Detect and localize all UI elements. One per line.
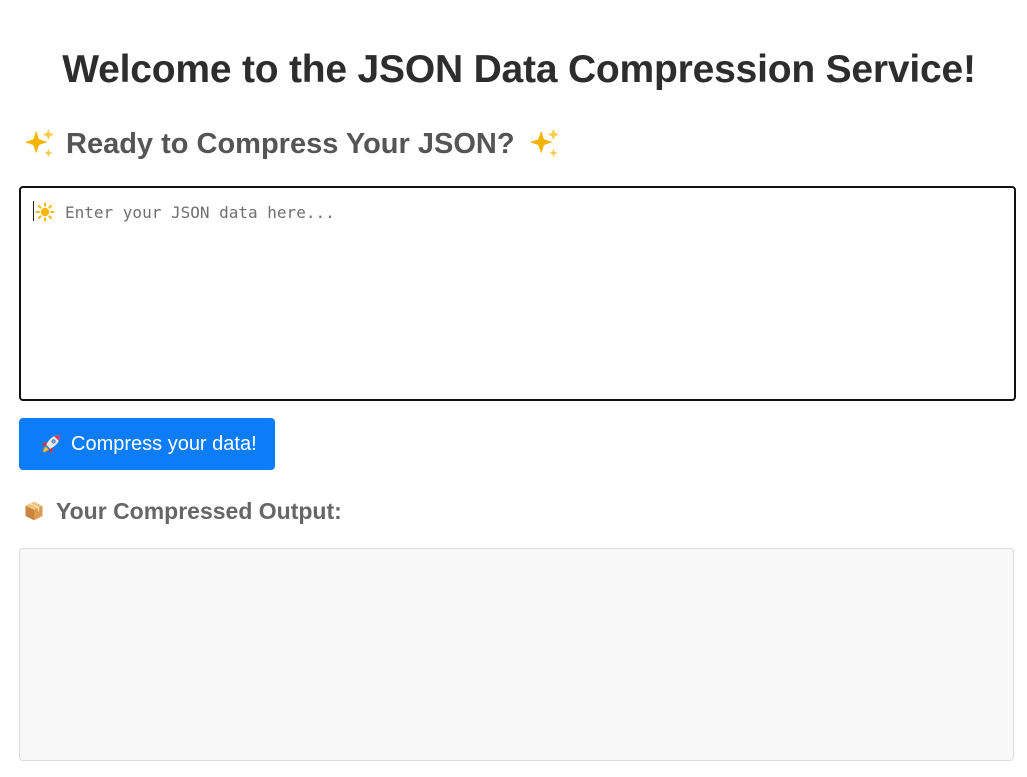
compressed-output [19,548,1014,761]
text-caret [33,201,34,221]
sun-icon [35,202,55,222]
package-icon [25,501,43,521]
compress-button-label: Compress your data! [71,432,257,455]
subtitle-text: Ready to Compress Your JSON? [66,128,515,160]
output-heading: Your Compressed Output: [22,496,342,526]
json-input-container[interactable] [19,186,1016,401]
compress-button[interactable]: Compress your data! [19,418,275,470]
rocket-icon [41,435,60,454]
section-subtitle: Ready to Compress Your JSON? [22,124,561,164]
json-input[interactable] [65,200,995,385]
sparkle-icon [529,128,559,158]
page-title: Welcome to the JSON Data Compression Ser… [62,48,976,91]
sparkle-icon [24,128,55,158]
output-heading-text: Your Compressed Output: [56,498,342,524]
page: Welcome to the JSON Data Compression Ser… [0,0,1027,777]
